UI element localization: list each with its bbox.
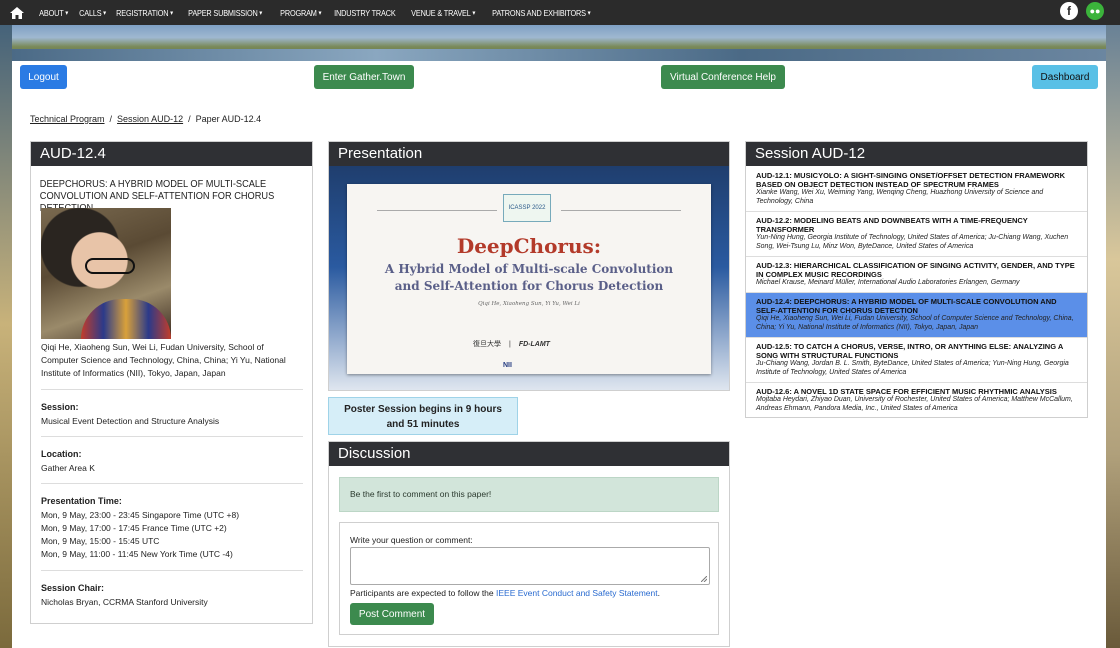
paper-authors: Qiqi He, Xiaoheng Sun, Wei Li, Fudan Uni… xyxy=(41,342,286,378)
comment-form: Write your question or comment: Particip… xyxy=(339,522,719,635)
comment-textarea[interactable] xyxy=(350,547,710,585)
nii-logo: NII xyxy=(503,362,512,369)
time-france: Mon, 9 May, 17:00 - 17:45 France Time (U… xyxy=(41,523,227,533)
author-photo xyxy=(41,208,171,339)
session-paper-item[interactable]: AUD-12.5: TO CATCH A CHORUS, VERSE, INTR… xyxy=(746,338,1087,383)
nav-item-calls[interactable]: Calls ▾ xyxy=(74,0,111,25)
session-heading: Session AUD-12 xyxy=(746,142,1087,166)
conduct-note: Participants are expected to follow the … xyxy=(350,588,660,598)
nav-item-industry-track[interactable]: Industry Track xyxy=(329,0,401,25)
slide-subtitle-line2: and Self-Attention for Chorus Detection xyxy=(394,279,664,293)
home-icon[interactable] xyxy=(0,0,34,25)
fd-lamt-logo: FD-LAMT xyxy=(518,340,550,348)
presentation-slide: ICASSP 2022 DeepChorus: A Hybrid Model o… xyxy=(347,184,711,374)
background-right xyxy=(1106,0,1120,648)
breadcrumb-current: Paper AUD-12.4 xyxy=(195,114,262,124)
breadcrumb-separator: / xyxy=(109,114,113,124)
session-value: Musical Event Detection and Structure An… xyxy=(41,416,220,426)
session-paper-item[interactable]: AUD-12.3: HIERARCHICAL CLASSIFICATION OF… xyxy=(746,257,1087,293)
slide-title: DeepChorus: xyxy=(456,234,602,258)
paper-title: DeepChorus: A Hybrid Model of Multi-scal… xyxy=(39,178,275,214)
presentation-card: Presentation ICASSP 2022 DeepChorus: A H… xyxy=(328,141,730,391)
conduct-statement-link[interactable]: IEEE Event Conduct and Safety Statement xyxy=(496,588,658,598)
slide-subtitle-line1: A Hybrid Model of Multi-scale Convolutio… xyxy=(384,262,674,276)
paper-id-heading: AUD-12.4 xyxy=(31,142,312,166)
location-label: Location: xyxy=(41,449,82,459)
presentation-time-label: Presentation Time: xyxy=(41,496,122,506)
session-list-card: Session AUD-12 AUD-12.1: MUSICYOLO: A SI… xyxy=(745,141,1088,418)
breadcrumb-technical-program[interactable]: Technical Program xyxy=(30,114,105,124)
time-utc: Mon, 9 May, 15:00 - 15:45 UTC xyxy=(41,536,160,546)
slide-institution-logos: 復旦大學 | FD-LAMT xyxy=(473,340,550,349)
icassp-logo: ICASSP 2022 xyxy=(503,194,551,222)
facebook-icon[interactable]: f xyxy=(1060,2,1078,20)
top-navbar: About ▾ Calls ▾ Registration ▾ Paper Submis… xyxy=(0,0,1120,25)
session-paper-item[interactable]: AUD-12.6: A NOVEL 1D STATE SPACE FOR EFF… xyxy=(746,383,1087,417)
time-singapore: Mon, 9 May, 23:00 - 23:45 Singapore Time… xyxy=(41,510,240,520)
session-paper-item[interactable]: AUD-12.2: MODELING BEATS AND DOWNBEATS W… xyxy=(746,212,1087,257)
conference-help-button[interactable]: Virtual Conference Help xyxy=(661,65,785,89)
header-banner xyxy=(12,25,1106,61)
no-comments-notice: Be the first to comment on this paper! xyxy=(339,477,719,512)
nav-item-patrons-exhibitors[interactable]: Patrons and Exhibitors ▾ xyxy=(487,0,596,25)
session-chair-value: Nicholas Bryan, CCRMA Stanford Universit… xyxy=(41,597,208,607)
paper-info-card: AUD-12.4 DeepChorus: A Hybrid Model of M… xyxy=(30,141,313,624)
breadcrumb-session[interactable]: Session AUD-12 xyxy=(117,114,183,124)
discussion-heading: Discussion xyxy=(329,442,729,466)
background-left xyxy=(0,0,12,648)
post-comment-button[interactable]: Post Comment xyxy=(350,603,434,625)
nav-item-program[interactable]: Program ▾ xyxy=(275,0,326,25)
logout-button[interactable]: Logout xyxy=(20,65,67,89)
poster-session-countdown: Poster Session begins in 9 hours and 51 … xyxy=(328,397,518,435)
slide-subtitle: A Hybrid Model of Multi-scale Convolutio… xyxy=(347,261,711,295)
presentation-video[interactable]: ICASSP 2022 DeepChorus: A Hybrid Model o… xyxy=(329,166,729,390)
time-new-york: Mon, 9 May, 11:00 - 11:45 New York Time … xyxy=(41,549,233,559)
poster-countdown-line1: Poster Session begins in 9 hours xyxy=(344,404,502,415)
nav-item-paper-submission[interactable]: Paper Submission ▾ xyxy=(183,0,267,25)
session-paper-item-active[interactable]: AUD-12.4: DEEPCHORUS: A HYBRID MODEL OF … xyxy=(746,293,1087,338)
session-paper-item[interactable]: AUD-12.1: MUSICYOLO: A SIGHT-SINGING ONS… xyxy=(746,167,1087,212)
nav-item-registration[interactable]: Registration ▾ xyxy=(111,0,178,25)
comment-label: Write your question or comment: xyxy=(350,535,473,545)
breadcrumb-separator: / xyxy=(188,114,191,124)
presentation-heading: Presentation xyxy=(329,142,729,166)
social-links: f ●● xyxy=(1060,2,1104,20)
dashboard-button[interactable]: Dashboard xyxy=(1032,65,1098,89)
discussion-card: Discussion Be the first to comment on th… xyxy=(328,441,730,647)
gather-town-button[interactable]: Enter Gather.Town xyxy=(314,65,414,89)
nav-item-venue-travel[interactable]: Venue & Travel ▾ xyxy=(406,0,480,25)
slide-authors: Qiqi He, Xiaoheng Sun, Yi Yu, Wei Li xyxy=(478,301,580,307)
session-chair-label: Session Chair: xyxy=(41,583,105,593)
nav-item-about[interactable]: About ▾ xyxy=(34,0,73,25)
session-label: Session: xyxy=(41,402,79,412)
poster-countdown-line2: and 51 minutes xyxy=(386,419,460,430)
location-value: Gather Area K xyxy=(41,463,95,473)
wechat-icon[interactable]: ●● xyxy=(1086,2,1104,20)
fudan-logo: 復旦大學 xyxy=(473,341,501,348)
breadcrumb: Technical Program / Session AUD-12 / Pap… xyxy=(30,114,261,124)
